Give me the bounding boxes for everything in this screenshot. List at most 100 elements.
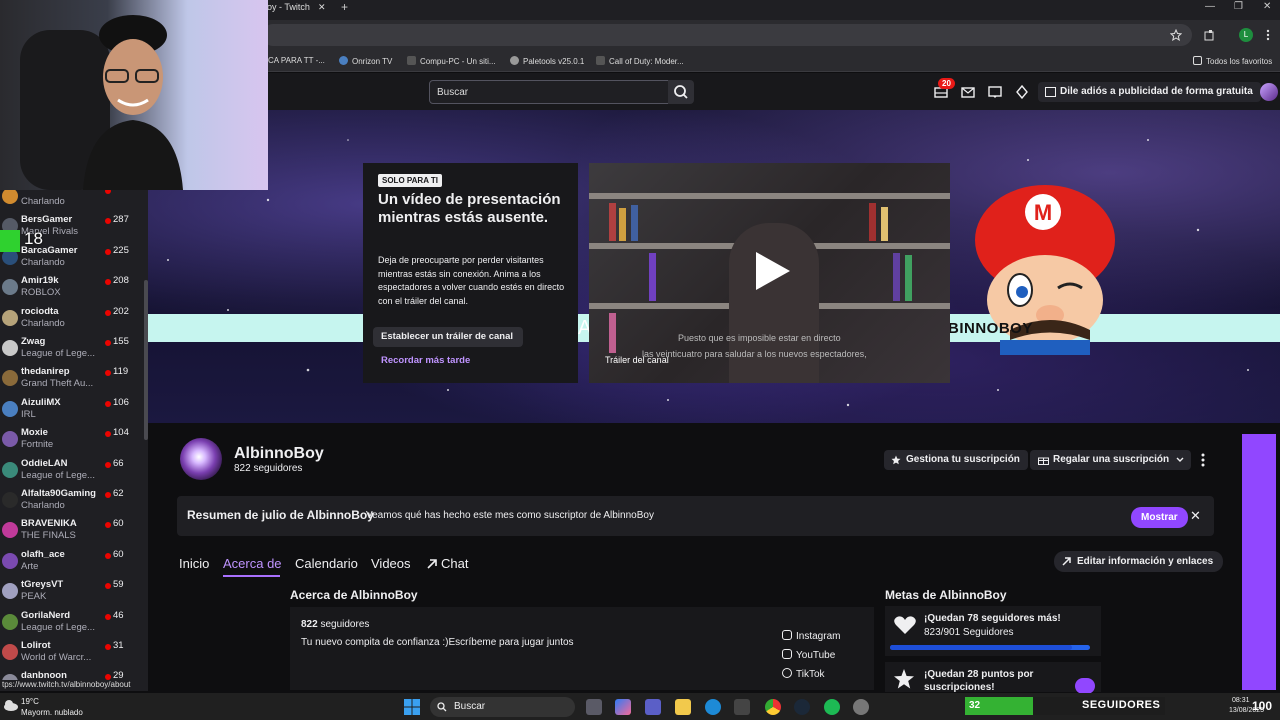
search-icon [437, 702, 447, 712]
channel-category: ROBLOX [21, 287, 61, 299]
bookmark-label: Call of Duty: Moder... [609, 57, 684, 66]
browser-tab[interactable]: boy - Twitch ✕ [262, 0, 332, 20]
channel-category: IRL [21, 408, 36, 420]
app-icon[interactable] [853, 699, 869, 715]
spotify-icon[interactable] [824, 699, 840, 715]
channel-category: Charlando [21, 317, 65, 329]
minimize-button[interactable]: — [1205, 1, 1215, 12]
tab-inicio[interactable]: Inicio [179, 556, 209, 571]
book [609, 313, 616, 353]
weather-desc[interactable]: Mayorm. nublado [21, 708, 83, 717]
ad-icon [1045, 87, 1056, 97]
star-icon[interactable] [1170, 29, 1182, 41]
edge-icon[interactable] [705, 699, 721, 715]
bits-icon[interactable] [1015, 85, 1029, 99]
sidebar-channel-item[interactable]: Lolirot World of Warcr... 31 [0, 639, 148, 669]
task-view-icon[interactable] [586, 699, 602, 715]
windows-start-icon[interactable] [404, 699, 420, 715]
sidebar-channel-item[interactable]: AizuliMX IRL 106 [0, 396, 148, 426]
browser-menu-icon[interactable] [1265, 29, 1271, 41]
live-indicator [105, 583, 111, 590]
bookmark-item[interactable]: Call of Duty: Moder... [596, 56, 684, 66]
bookmark-item[interactable]: Paletools v25.0.1 [510, 56, 584, 66]
bookmark-item[interactable]: CA PARA TT -... [268, 56, 325, 65]
teams-icon[interactable] [645, 699, 661, 715]
ad-free-button[interactable]: Dile adiós a publicidad de forma gratuit… [1038, 82, 1261, 102]
presenter-silhouette [729, 223, 819, 383]
taskbar-time[interactable]: 08:31 [1232, 697, 1250, 704]
sidebar-channel-item[interactable]: GorilaNerd League of Lege... 46 [0, 609, 148, 639]
bookmark-item[interactable]: Onrizon TV [339, 56, 392, 66]
remind-later-link[interactable]: Recordar más tarde [381, 355, 470, 366]
sidebar-channel-item[interactable]: Zwag League of Lege... 155 [0, 335, 148, 365]
set-trailer-button[interactable]: Establecer un tráiler de canal [373, 327, 523, 347]
sidebar-channel-item[interactable]: Alfalta90Gaming Charlando 62 [0, 487, 148, 517]
more-options-icon[interactable] [1196, 450, 1210, 470]
live-indicator [105, 644, 111, 650]
profile-avatar[interactable]: L [1239, 28, 1253, 42]
play-icon[interactable] [752, 250, 792, 292]
tab-chat[interactable]: Chat [427, 556, 468, 571]
taskbar-search-label: Buscar [454, 701, 486, 712]
sidebar-channel-item[interactable]: Moxie Fortnite 104 [0, 426, 148, 456]
sidebar-channel-item[interactable]: BarcaGamer Charlando 225 [0, 244, 148, 274]
tab-calendario[interactable]: Calendario [295, 556, 358, 571]
taskbar-search[interactable]: Buscar [430, 697, 575, 717]
social-link-tiktok[interactable]: TikTok [782, 668, 825, 680]
manage-subscription-button[interactable]: Gestiona tu suscripción [884, 450, 1028, 470]
sidebar-channel-item[interactable]: BersGamer Marvel Rivals 287 [0, 213, 148, 243]
ad-free-label: Dile adiós a publicidad de forma gratuit… [1060, 86, 1253, 97]
channel-avatar[interactable] [180, 438, 222, 480]
sidebar-channel-item[interactable]: BRAVENIKA THE FINALS 60 [0, 517, 148, 547]
sidebar-channel-item[interactable]: thedanirep Grand Theft Au... 119 [0, 365, 148, 395]
all-favorites[interactable]: Todos los favoritos [1193, 56, 1272, 66]
channel-name: tGreysVT [21, 579, 64, 591]
user-avatar[interactable] [1260, 83, 1278, 101]
gift-goal-button[interactable] [1075, 678, 1095, 694]
overlay-green-marker [0, 230, 20, 252]
channel-avatar [2, 492, 18, 508]
search-input[interactable]: Buscar [429, 80, 669, 104]
chrome-icon[interactable] [765, 699, 781, 715]
channel-name: Alfalta90Gaming [21, 488, 96, 499]
close-window-button[interactable]: ✕ [1263, 1, 1271, 12]
steam-icon[interactable] [794, 699, 810, 715]
show-recap-button[interactable]: Mostrar [1131, 507, 1188, 528]
page-icon [407, 56, 416, 65]
search-button[interactable] [668, 80, 694, 104]
edit-info-button[interactable]: Editar información y enlaces [1054, 551, 1224, 572]
sidebar-scrollbar[interactable] [144, 280, 148, 440]
social-link-instagram[interactable]: Instagram [782, 630, 840, 642]
sidebar-channel-item[interactable]: OddieLAN League of Lege... 66 [0, 457, 148, 487]
weather-temp[interactable]: 19°C [21, 697, 39, 706]
close-icon[interactable]: ✕ [1190, 508, 1201, 524]
extensions-icon[interactable] [1204, 29, 1216, 41]
live-indicator [105, 370, 111, 377]
live-indicator [105, 248, 111, 255]
sidebar-channel-item[interactable]: olafh_ace Arte 60 [0, 548, 148, 578]
promo-body: Deja de preocuparte por perder visitante… [378, 255, 565, 306]
channel-category: Charlando [21, 196, 65, 207]
tab-videos[interactable]: Videos [371, 556, 411, 571]
follower-goal-status: 823/901 Seguidores [924, 627, 1014, 638]
whispers-icon[interactable] [988, 85, 1002, 99]
new-tab-button[interactable]: + [341, 0, 348, 14]
mail-icon[interactable] [961, 85, 975, 99]
social-link-youtube[interactable]: YouTube [782, 649, 835, 661]
bookmark-item[interactable]: Compu-PC - Un siti... [407, 56, 496, 66]
sidebar-channel-item[interactable]: tGreysVT PEAK 59 [0, 578, 148, 608]
gift-subscription-button[interactable]: Regalar una suscripción [1030, 450, 1192, 470]
sidebar-channel-item[interactable]: Amir19k ROBLOX 208 [0, 274, 148, 304]
file-explorer-icon[interactable] [675, 699, 691, 715]
address-field[interactable] [262, 24, 1192, 46]
tab-acerca[interactable]: Acerca de [223, 556, 282, 571]
store-icon[interactable] [734, 699, 750, 715]
maximize-button[interactable]: ❐ [1234, 1, 1243, 12]
viewer-count: 46 [113, 609, 124, 621]
copilot-icon[interactable] [615, 699, 631, 715]
tab-close-icon[interactable]: ✕ [318, 0, 326, 15]
sidebar-channel-item[interactable]: rociodta Charlando 202 [0, 305, 148, 335]
viewer-count: 60 [113, 518, 124, 530]
about-followers: 822 seguidores [301, 619, 369, 630]
side-purple-panel [1242, 434, 1276, 690]
